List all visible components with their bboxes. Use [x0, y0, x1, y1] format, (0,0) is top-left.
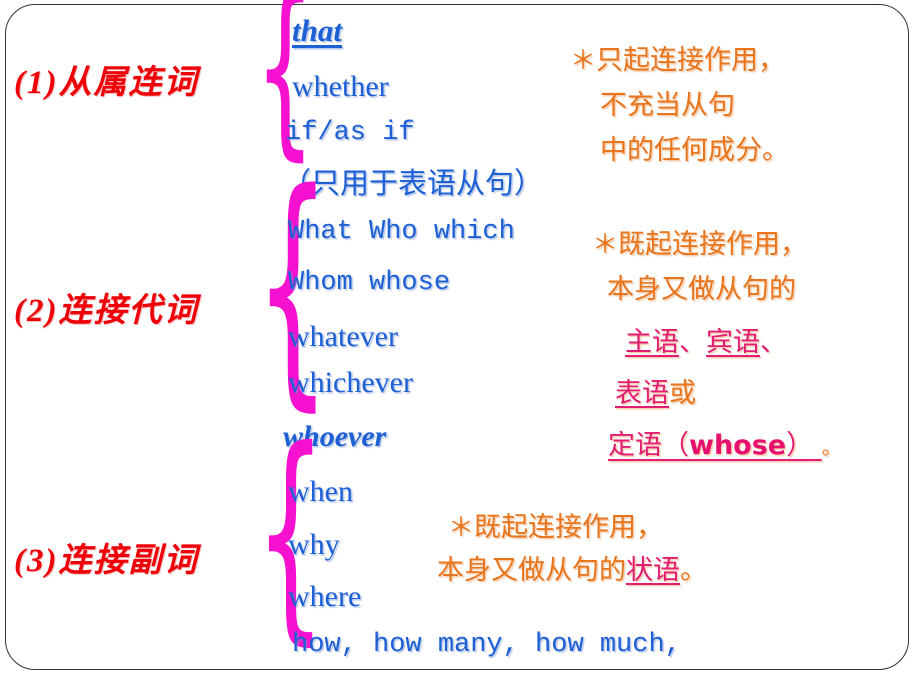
section-2-note-text-1: 既起连接作用，	[618, 229, 808, 260]
section-3-note-text-2a: 本身又做从句的	[437, 555, 626, 586]
role-subject-label: 主语	[625, 327, 679, 358]
section-3-note-text-1: 既起连接作用，	[474, 512, 664, 543]
section-3-note-line-1: ＊既起连接作用，	[448, 505, 663, 544]
section-1-word-whether: whether	[292, 70, 389, 103]
section-3-word-why: why	[288, 528, 340, 561]
punct-enum-2: 、	[760, 327, 787, 358]
section-1-word-that: that	[292, 13, 342, 48]
star-icon: ＊	[570, 46, 597, 75]
section-1-note-line-1: ＊只起连接作用，	[570, 38, 785, 77]
conjunction-or: 或	[669, 378, 696, 409]
word-whose-bold: whose	[689, 430, 787, 461]
section-3-heading: (3)连接副词	[14, 543, 199, 579]
role-adverbial-label: 状语	[626, 555, 680, 586]
section-1-note-line-3: 中的任何成分。	[600, 135, 789, 166]
section-2-note-line-5: 定语（whose） 。	[608, 423, 842, 462]
section-1-heading: (1)从属连词	[14, 65, 199, 101]
paren-close: ）	[786, 430, 814, 461]
section-2-word-what-who-which: What Who which	[288, 217, 515, 247]
section-3-note-period: 。	[680, 555, 707, 586]
section-2-word-whatever: whatever	[288, 320, 398, 353]
section-2-note-period: 。	[821, 435, 842, 459]
punct-enum-1: 、	[679, 327, 706, 358]
slide-canvas: (1)从属连词 { that whether if/as if （只用于表语从句…	[0, 0, 920, 690]
section-1-note-text-1: 只起连接作用，	[596, 45, 786, 76]
section-3-word-how-group: how, how many, how much,	[292, 630, 681, 660]
role-attributive-label: 定语（	[608, 430, 689, 461]
section-2-note-line-4: 表语或	[615, 371, 696, 410]
role-object-label: 宾语	[706, 327, 760, 358]
section-2-word-whom-whose: Whom whose	[288, 268, 451, 298]
section-2-note-line-1: ＊既起连接作用，	[592, 222, 807, 261]
underline-tail	[813, 430, 822, 461]
star-icon: ＊	[448, 513, 475, 542]
star-icon: ＊	[592, 230, 619, 259]
role-predicative-label: 表语	[615, 378, 669, 409]
section-2-note-line-2: 本身又做从句的	[607, 274, 796, 305]
section-3-word-where: where	[288, 580, 362, 613]
section-3-word-when: when	[288, 475, 353, 508]
section-2-word-whichever: whichever	[288, 366, 413, 399]
section-2-heading: (2)连接代词	[14, 293, 199, 329]
section-3-note-line-2: 本身又做从句的状语。	[437, 548, 707, 587]
role-attributive-group: 定语（whose）	[608, 430, 822, 461]
section-1-note-line-2: 不充当从句	[600, 90, 735, 121]
section-2-note-line-3: 主语、宾语、	[625, 320, 787, 359]
